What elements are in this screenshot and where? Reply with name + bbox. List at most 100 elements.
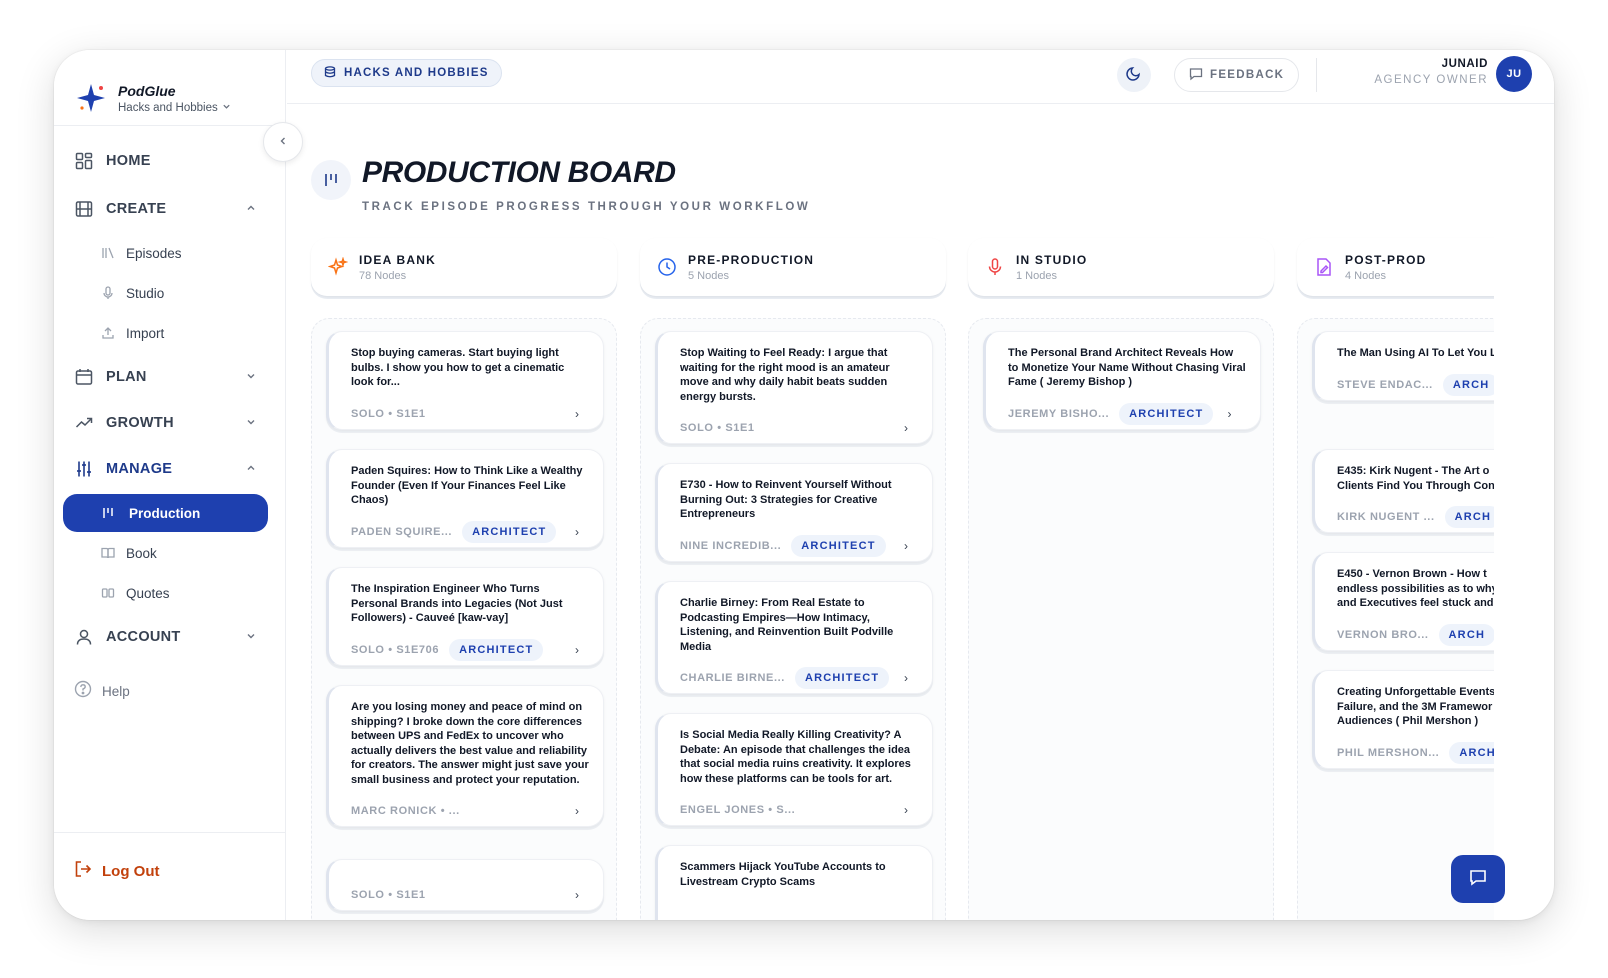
logout-button[interactable]: Log Out xyxy=(74,860,159,883)
column-dropzone: The Personal Brand Architect Reveals How… xyxy=(968,318,1274,920)
brand-switcher[interactable]: PodGlue Hacks and Hobbies xyxy=(74,68,231,128)
episode-card[interactable]: Charlie Birney: From Real Estate to Podc… xyxy=(655,581,933,694)
card-meta: SOLO • S1E1 xyxy=(351,407,426,420)
role-badge: ARCHITECT xyxy=(791,534,886,557)
role-badge: ARCHITECT xyxy=(462,520,557,543)
logout-label: Log Out xyxy=(102,863,160,880)
column-idea-bank: IDEA BANK 78 Nodes Stop buying cameras. … xyxy=(311,235,617,920)
collapse-sidebar-button[interactable] xyxy=(263,122,303,162)
card-meta: NINE INCREDIB... xyxy=(680,539,782,552)
role-badge: ARCH xyxy=(1438,623,1494,646)
card-title: Creating Unforgettable Events Failure, a… xyxy=(1337,686,1494,727)
role-badge: ARCH xyxy=(1442,373,1494,396)
episode-card[interactable]: Stop buying cameras. Start buying light … xyxy=(326,331,604,430)
column-pre-production: PRE-PRODUCTION 5 Nodes Stop Waiting to F… xyxy=(640,235,946,920)
nav-help[interactable]: Help xyxy=(74,680,130,703)
nav-book[interactable]: Book xyxy=(100,541,270,565)
episode-card[interactable]: E435: Kirk Nugent - The Art o Clients Fi… xyxy=(1312,449,1494,533)
brand-name: PodGlue xyxy=(118,82,176,99)
calendar-icon xyxy=(74,367,94,387)
card-meta: SOLO • S1E706 xyxy=(351,643,440,656)
nav-book-label: Book xyxy=(126,545,157,561)
nav-import[interactable]: Import xyxy=(100,321,270,345)
page-subtitle: TRACK EPISODE PROGRESS THROUGH YOUR WORK… xyxy=(362,201,811,213)
chevron-right-icon[interactable]: › xyxy=(896,536,916,556)
user-role: AGENCY OWNER xyxy=(1374,74,1488,86)
episode-card[interactable]: The Personal Brand Architect Reveals How… xyxy=(983,331,1261,430)
episode-card[interactable]: Creating Unforgettable Events Failure, a… xyxy=(1312,670,1494,769)
card-title: Paden Squires: How to Think Like a Wealt… xyxy=(351,465,583,506)
page-title: PRODUCTION BOARD xyxy=(362,156,676,189)
nav-quotes-label: Quotes xyxy=(126,585,170,601)
nav-quotes[interactable]: Quotes xyxy=(100,581,270,605)
chevron-right-icon[interactable]: › xyxy=(567,801,587,821)
nav-studio[interactable]: Studio xyxy=(100,281,270,305)
episode-card[interactable]: The Inspiration Engineer Who Turns Perso… xyxy=(326,567,604,666)
card-title: E435: Kirk Nugent - The Art o Clients Fi… xyxy=(1337,465,1494,492)
episode-card[interactable]: The Man Using AI To Let You L (Without B… xyxy=(1312,331,1494,401)
episode-card[interactable]: E730 - How to Reinvent Yourself Without … xyxy=(655,463,933,562)
nav-home[interactable]: HOME xyxy=(74,146,264,176)
podglue-logo-icon xyxy=(74,81,108,115)
episode-card[interactable]: Scammers Hijack YouTube Accounts to Live… xyxy=(655,845,933,920)
chevron-right-icon[interactable]: › xyxy=(567,404,587,424)
role-badge: ARCH xyxy=(1444,506,1494,528)
nav-manage-label: MANAGE xyxy=(106,461,173,477)
episode-card[interactable]: Is Social Media Really Killing Creativit… xyxy=(655,713,933,826)
nav-episodes[interactable]: Episodes xyxy=(100,241,270,265)
nav-manage[interactable]: MANAGE xyxy=(74,454,264,484)
episode-card[interactable]: Stop Waiting to Feel Ready: I argue that… xyxy=(655,331,933,444)
column-dropzone: Stop buying cameras. Start buying light … xyxy=(311,318,617,920)
chevron-right-icon[interactable]: › xyxy=(1219,404,1239,424)
column-dropzone: Stop Waiting to Feel Ready: I argue that… xyxy=(640,318,946,920)
nav-plan[interactable]: PLAN xyxy=(74,362,264,392)
chat-icon xyxy=(1468,867,1488,892)
feedback-button[interactable]: FEEDBACK xyxy=(1174,58,1300,92)
column-count: 1 Nodes xyxy=(1016,269,1057,282)
microphone-icon xyxy=(100,285,116,301)
nav-create[interactable]: CREATE xyxy=(74,194,264,224)
nav-plan-label: PLAN xyxy=(106,369,147,385)
workspace-pill[interactable]: HACKS AND HOBBIES xyxy=(311,59,502,87)
sidebar: PodGlue Hacks and Hobbies HOME CREATE Ep… xyxy=(54,50,286,920)
card-meta: SOLO • S1E1 xyxy=(680,422,755,434)
production-board: IDEA BANK 78 Nodes Stop buying cameras. … xyxy=(287,235,1494,920)
column-title: IDEA BANK xyxy=(359,252,437,267)
film-icon xyxy=(74,199,94,219)
sparkle-icon xyxy=(327,256,349,278)
card-meta: CHARLIE BIRNE... xyxy=(680,672,785,684)
avatar[interactable]: JU xyxy=(1496,56,1532,92)
chevron-right-icon[interactable]: › xyxy=(896,668,916,688)
episode-card[interactable]: E450 - Vernon Brown - How t endless poss… xyxy=(1312,552,1494,651)
nav-production[interactable]: Production xyxy=(63,494,268,532)
trending-up-icon xyxy=(74,413,94,433)
card-meta: PADEN SQUIRE... xyxy=(351,525,453,538)
chevron-right-icon[interactable]: › xyxy=(567,885,587,905)
column-title: POST-PROD xyxy=(1345,252,1427,267)
chevron-down-icon xyxy=(246,371,256,384)
chat-button[interactable] xyxy=(1451,855,1505,903)
chevron-right-icon[interactable]: › xyxy=(567,522,587,542)
episode-card[interactable]: SOLO • S1E1 › xyxy=(326,859,604,911)
chevron-down-icon xyxy=(246,631,256,644)
chevron-right-icon[interactable]: › xyxy=(896,418,916,438)
card-title: Charlie Birney: From Real Estate to Podc… xyxy=(680,597,894,653)
nav-growth[interactable]: GROWTH xyxy=(74,408,264,438)
chevron-right-icon[interactable]: › xyxy=(567,640,587,660)
feedback-label: FEEDBACK xyxy=(1210,69,1285,81)
card-title: Stop buying cameras. Start buying light … xyxy=(351,347,565,388)
column-header: IN STUDIO 1 Nodes xyxy=(968,238,1274,296)
card-title: The Man Using AI To Let You L (Without B… xyxy=(1337,347,1494,359)
card-meta: STEVE ENDAC... xyxy=(1337,378,1433,391)
workspace-pill-label: HACKS AND HOBBIES xyxy=(344,67,489,79)
nav-account[interactable]: ACCOUNT xyxy=(74,622,264,652)
theme-toggle-button[interactable] xyxy=(1117,58,1151,92)
nav-help-label: Help xyxy=(102,684,130,699)
chevron-up-icon xyxy=(246,203,256,216)
chevron-right-icon[interactable]: › xyxy=(896,800,916,820)
card-meta: PHIL MERSHON... xyxy=(1337,746,1440,759)
episode-card[interactable]: Are you losing money and peace of mind o… xyxy=(326,685,604,827)
episode-card[interactable]: Paden Squires: How to Think Like a Wealt… xyxy=(326,449,604,548)
card-meta: KIRK NUGENT ... xyxy=(1337,511,1435,523)
chevron-up-icon xyxy=(246,463,256,476)
